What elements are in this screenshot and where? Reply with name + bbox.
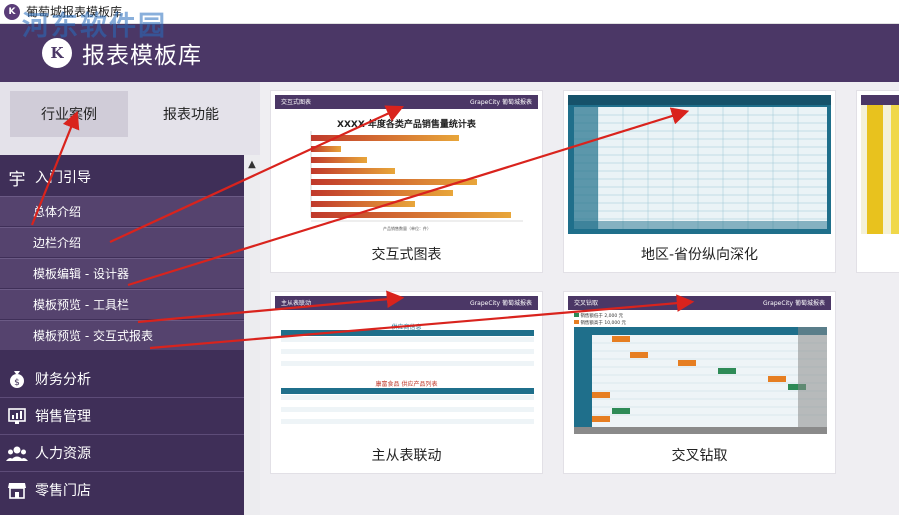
thumbnail-legend-low: 销售额低于 2,000 元 bbox=[574, 313, 623, 319]
money-bag-icon: $ bbox=[6, 368, 28, 390]
thumbnail-bar-chart: 产品销售数量（单位：件） bbox=[310, 131, 523, 231]
sidebar-section-guide[interactable]: 宇 入门引导 bbox=[0, 160, 244, 194]
sidebar-section-label: 人力资源 bbox=[35, 446, 91, 462]
brand-title: 报表模板库 bbox=[82, 43, 202, 69]
brand-logo-icon: K bbox=[42, 38, 72, 68]
sidebar-section-label: 入门引导 bbox=[35, 170, 91, 186]
app-window: K 葡萄城报表模板库 K 报表模板库 河东软件园 行业案例 报表功能 宇 入门引… bbox=[0, 0, 899, 515]
template-card-label: 地区-省份纵向深化 bbox=[564, 236, 835, 272]
thumbnail-title: 主从表联动 bbox=[281, 300, 312, 307]
template-card-interactive-chart[interactable]: 交互式图表 GrapeCity 葡萄城报表 XXXX 年度各类产品销售量统计表 bbox=[270, 90, 543, 273]
thumbnail-header: 交叉钻取 GrapeCity 葡萄城报表 bbox=[568, 296, 831, 310]
app-header: K 报表模板库 bbox=[0, 24, 899, 82]
thumbnail-legend-high: 销售额高于 10,000 元 bbox=[574, 320, 626, 326]
template-card-label: 交互式图表 bbox=[271, 236, 542, 272]
scroll-up-arrow-icon[interactable]: ▲ bbox=[244, 155, 260, 173]
template-thumbnail: 主从表联动 GrapeCity 葡萄城报表 供应商信息 康富食品 供应产品列表 bbox=[275, 296, 538, 435]
template-card-label: 交叉钻取 bbox=[564, 437, 835, 473]
thumbnail-master-table bbox=[281, 330, 534, 372]
template-card-cross-drill[interactable]: 交叉钻取 GrapeCity 葡萄城报表 销售额低于 2,000 元 销售额高于… bbox=[563, 291, 836, 474]
people-icon bbox=[6, 442, 28, 464]
window-title: 葡萄城报表模板库 bbox=[26, 5, 123, 19]
store-icon bbox=[6, 479, 28, 501]
sales-chart-icon bbox=[6, 405, 28, 427]
template-thumbnail bbox=[568, 95, 831, 234]
template-card-region-drilldown[interactable]: 地区-省份纵向深化 bbox=[563, 90, 836, 273]
thumbnail-title: 交叉钻取 bbox=[574, 300, 599, 307]
thumbnail-x-axis-label: 产品销售数量（单位：件） bbox=[383, 225, 431, 231]
guide-icon: 宇 bbox=[8, 169, 26, 190]
thumbnail-header: 主从表联动 GrapeCity 葡萄城报表 bbox=[275, 296, 538, 310]
sidebar-item-sidebar-intro[interactable]: 边栏介绍 bbox=[0, 227, 244, 257]
sidebar-item-overview[interactable]: 总体介绍 bbox=[0, 196, 244, 226]
sidebar-section-label: 零售门店 bbox=[35, 483, 91, 499]
sidebar: 行业案例 报表功能 宇 入门引导 总体介绍 边栏介绍 模板编辑 - 设计器 模板… bbox=[0, 82, 260, 515]
thumbnail-crosstab bbox=[574, 327, 827, 434]
thumbnail-title: 交互式图表 bbox=[281, 99, 312, 106]
sidebar-section-label: 财务分析 bbox=[35, 372, 91, 388]
sidebar-section-finance[interactable]: $ 财务分析 bbox=[0, 362, 244, 396]
thumbnail-data-grid bbox=[861, 95, 899, 234]
thumbnail-brand: GrapeCity 葡萄城报表 bbox=[470, 300, 532, 307]
thumbnail-detail-table bbox=[281, 388, 534, 424]
template-card-label: 主从表联动 bbox=[271, 437, 542, 473]
template-gallery: 交互式图表 GrapeCity 葡萄城报表 XXXX 年度各类产品销售量统计表 bbox=[260, 82, 899, 515]
category-tabs: 行业案例 报表功能 bbox=[0, 82, 260, 155]
sidebar-item-designer[interactable]: 模板编辑 - 设计器 bbox=[0, 258, 244, 288]
title-bar: K 葡萄城报表模板库 bbox=[0, 0, 899, 24]
sidebar-section-retail[interactable]: 零售门店 bbox=[0, 472, 244, 508]
svg-text:$: $ bbox=[14, 378, 20, 388]
sidebar-section-sales[interactable]: 销售管理 bbox=[0, 398, 244, 434]
thumbnail-brand: GrapeCity 葡萄城报表 bbox=[470, 99, 532, 106]
thumbnail-brand: GrapeCity 葡萄城报表 bbox=[763, 300, 825, 307]
sidebar-item-toolbar[interactable]: 模板预览 - 工具栏 bbox=[0, 289, 244, 319]
template-thumbnail bbox=[861, 95, 899, 234]
template-card-partial[interactable] bbox=[856, 90, 899, 273]
sidebar-section-hr[interactable]: 人力资源 bbox=[0, 435, 244, 471]
thumbnail-section-title: 康富食品 供应产品列表 bbox=[375, 381, 438, 388]
template-thumbnail: 交互式图表 GrapeCity 葡萄城报表 XXXX 年度各类产品销售量统计表 bbox=[275, 95, 538, 234]
sidebar-section-label: 销售管理 bbox=[35, 409, 91, 425]
template-thumbnail: 交叉钻取 GrapeCity 葡萄城报表 销售额低于 2,000 元 销售额高于… bbox=[568, 296, 831, 435]
tab-report-features[interactable]: 报表功能 bbox=[132, 91, 250, 137]
tab-industry-cases[interactable]: 行业案例 bbox=[10, 91, 128, 137]
template-card-master-detail[interactable]: 主从表联动 GrapeCity 葡萄城报表 供应商信息 康富食品 供应产品列表 … bbox=[270, 291, 543, 474]
thumbnail-header: 交互式图表 GrapeCity 葡萄城报表 bbox=[275, 95, 538, 109]
sidebar-scrollbar[interactable]: ▲ bbox=[244, 155, 260, 515]
thumbnail-data-grid bbox=[568, 95, 831, 229]
app-icon: K bbox=[4, 3, 20, 20]
sidebar-item-interactive[interactable]: 模板预览 - 交互式报表 bbox=[0, 320, 244, 350]
